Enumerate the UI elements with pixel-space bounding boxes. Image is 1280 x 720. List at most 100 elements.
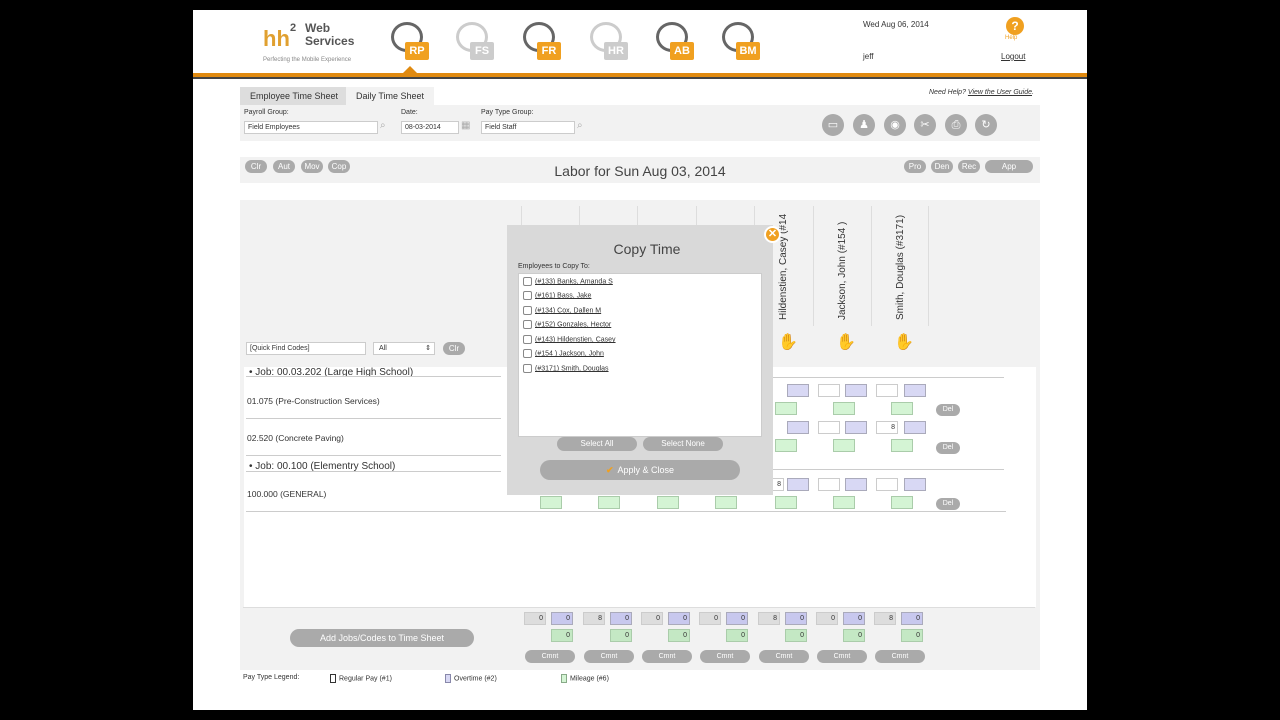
employee-label[interactable]: (#161) Bass, Jake — [535, 292, 591, 299]
delete-row-button[interactable]: Del — [936, 442, 960, 454]
employee-label[interactable]: (#3171) Smith, Douglas — [535, 365, 609, 372]
checkbox[interactable] — [523, 335, 532, 344]
employee-option[interactable]: (#152) Gonzales, Hector — [523, 320, 611, 332]
app-fr-icon[interactable]: FR — [521, 22, 561, 60]
receive-button[interactable]: Rec — [958, 160, 980, 173]
comment-button[interactable]: Cmnt — [525, 650, 575, 663]
scissors-icon[interactable]: ✂ — [914, 114, 936, 136]
date-field[interactable]: 08-03-2014 — [401, 121, 459, 134]
search-icon[interactable]: ⌕ — [380, 120, 394, 134]
comment-button[interactable]: Cmnt — [759, 650, 809, 663]
delete-row-button[interactable]: Del — [936, 498, 960, 510]
employee-label[interactable]: (#152) Gonzales, Hector — [535, 321, 611, 328]
hand-icon[interactable]: ✋ — [778, 332, 798, 352]
help-label[interactable]: Help — [1005, 35, 1017, 41]
app-ab-icon[interactable]: AB — [654, 22, 694, 60]
hand-icon[interactable]: ✋ — [894, 332, 914, 352]
mileage-cell[interactable] — [833, 496, 855, 509]
app-bm-icon[interactable]: BM — [720, 22, 760, 60]
employee-option[interactable]: (#161) Bass, Jake — [523, 291, 591, 303]
users-icon[interactable]: ♟ — [853, 114, 875, 136]
refresh-icon[interactable]: ↻ — [975, 114, 997, 136]
mileage-cell[interactable] — [775, 439, 797, 452]
overtime-cell[interactable] — [845, 421, 867, 434]
regular-cell[interactable] — [818, 478, 840, 491]
checkbox[interactable] — [523, 291, 532, 300]
checkbox[interactable] — [523, 320, 532, 329]
select-all-button[interactable]: Select All — [557, 437, 637, 451]
regular-cell[interactable]: 8 — [876, 421, 898, 434]
overtime-cell[interactable] — [904, 384, 926, 397]
mileage-cell[interactable] — [891, 496, 913, 509]
comment-button[interactable]: Cmnt — [817, 650, 867, 663]
employee-option[interactable]: (#134) Cox, Dallen M — [523, 306, 601, 318]
payroll-group-field[interactable]: Field Employees — [244, 121, 378, 134]
delete-row-button[interactable]: Del — [936, 404, 960, 416]
comment-button[interactable]: Cmnt — [875, 650, 925, 663]
hh2-logo[interactable]: hh 2 Web Services Perfecting the Mobile … — [263, 20, 363, 64]
copy-button[interactable]: Cop — [328, 160, 350, 173]
help-icon[interactable]: ? — [1006, 17, 1024, 35]
employee-label[interactable]: (#134) Cox, Dallen M — [535, 307, 601, 314]
employee-option[interactable]: (#133) Banks, Amanda S — [523, 277, 613, 289]
deny-button[interactable]: Den — [931, 160, 953, 173]
overtime-cell[interactable] — [787, 384, 809, 397]
overtime-cell[interactable] — [845, 384, 867, 397]
mileage-cell[interactable] — [715, 496, 737, 509]
logout-link[interactable]: Logout — [1001, 52, 1025, 61]
close-icon[interactable]: ✕ — [764, 226, 781, 243]
overtime-cell[interactable] — [904, 478, 926, 491]
monitor-icon[interactable]: ▭ — [822, 114, 844, 136]
add-jobs-codes-button[interactable]: Add Jobs/Codes to Time Sheet — [290, 629, 474, 647]
overtime-cell[interactable] — [787, 421, 809, 434]
employee-option[interactable]: (#154 ) Jackson, John — [523, 349, 604, 361]
checkbox[interactable] — [523, 306, 532, 315]
app-hr-icon[interactable]: HR — [588, 22, 628, 60]
auto-button[interactable]: Aut — [273, 160, 295, 173]
overtime-cell[interactable] — [904, 421, 926, 434]
regular-cell[interactable] — [818, 421, 840, 434]
search-icon[interactable]: ⌕ — [577, 120, 591, 134]
mileage-cell[interactable] — [833, 439, 855, 452]
mileage-cell[interactable] — [775, 402, 797, 415]
quick-find-clear-button[interactable]: Clr — [443, 342, 465, 355]
overtime-cell[interactable] — [845, 478, 867, 491]
clear-button[interactable]: Clr — [245, 160, 267, 173]
mileage-cell[interactable] — [598, 496, 620, 509]
mileage-cell[interactable] — [775, 496, 797, 509]
quick-find-input[interactable]: [Quick Find Codes] — [246, 342, 366, 355]
regular-cell[interactable] — [818, 384, 840, 397]
regular-cell[interactable] — [876, 384, 898, 397]
approve-button[interactable]: App — [985, 160, 1033, 173]
mileage-cell[interactable] — [891, 439, 913, 452]
checkbox[interactable] — [523, 277, 532, 286]
checkbox[interactable] — [523, 349, 532, 358]
calendar-icon[interactable]: ▦ — [461, 120, 475, 134]
mileage-cell[interactable] — [891, 402, 913, 415]
print-icon[interactable]: ⎙ — [945, 114, 967, 136]
move-button[interactable]: Mov — [301, 160, 323, 173]
employee-option[interactable]: (#143) Hildenstien, Casey — [523, 335, 616, 347]
overtime-cell[interactable] — [787, 478, 809, 491]
comment-button[interactable]: Cmnt — [642, 650, 692, 663]
select-none-button[interactable]: Select None — [643, 437, 723, 451]
employee-label[interactable]: (#133) Banks, Amanda S — [535, 278, 613, 285]
hand-icon[interactable]: ✋ — [836, 332, 856, 352]
eye-icon[interactable]: ◉ — [884, 114, 906, 136]
tab-daily-time-sheet[interactable]: Daily Time Sheet — [346, 87, 435, 105]
code-filter-select[interactable]: All ⇕ — [373, 342, 435, 355]
employee-label[interactable]: (#154 ) Jackson, John — [535, 350, 604, 357]
user-guide-link[interactable]: View the User Guide — [968, 89, 1032, 96]
process-button[interactable]: Pro — [904, 160, 926, 173]
app-fs-icon[interactable]: FS — [454, 22, 494, 60]
employee-option[interactable]: (#3171) Smith, Douglas — [523, 364, 609, 376]
comment-button[interactable]: Cmnt — [584, 650, 634, 663]
tab-employee-time-sheet[interactable]: Employee Time Sheet — [240, 87, 349, 105]
app-rp-icon[interactable]: RP — [389, 22, 429, 60]
mileage-cell[interactable] — [833, 402, 855, 415]
mileage-cell[interactable] — [657, 496, 679, 509]
pay-type-group-field[interactable]: Field Staff — [481, 121, 575, 134]
apply-close-button[interactable]: ✔ Apply & Close — [540, 460, 740, 480]
employee-label[interactable]: (#143) Hildenstien, Casey — [535, 336, 616, 343]
comment-button[interactable]: Cmnt — [700, 650, 750, 663]
